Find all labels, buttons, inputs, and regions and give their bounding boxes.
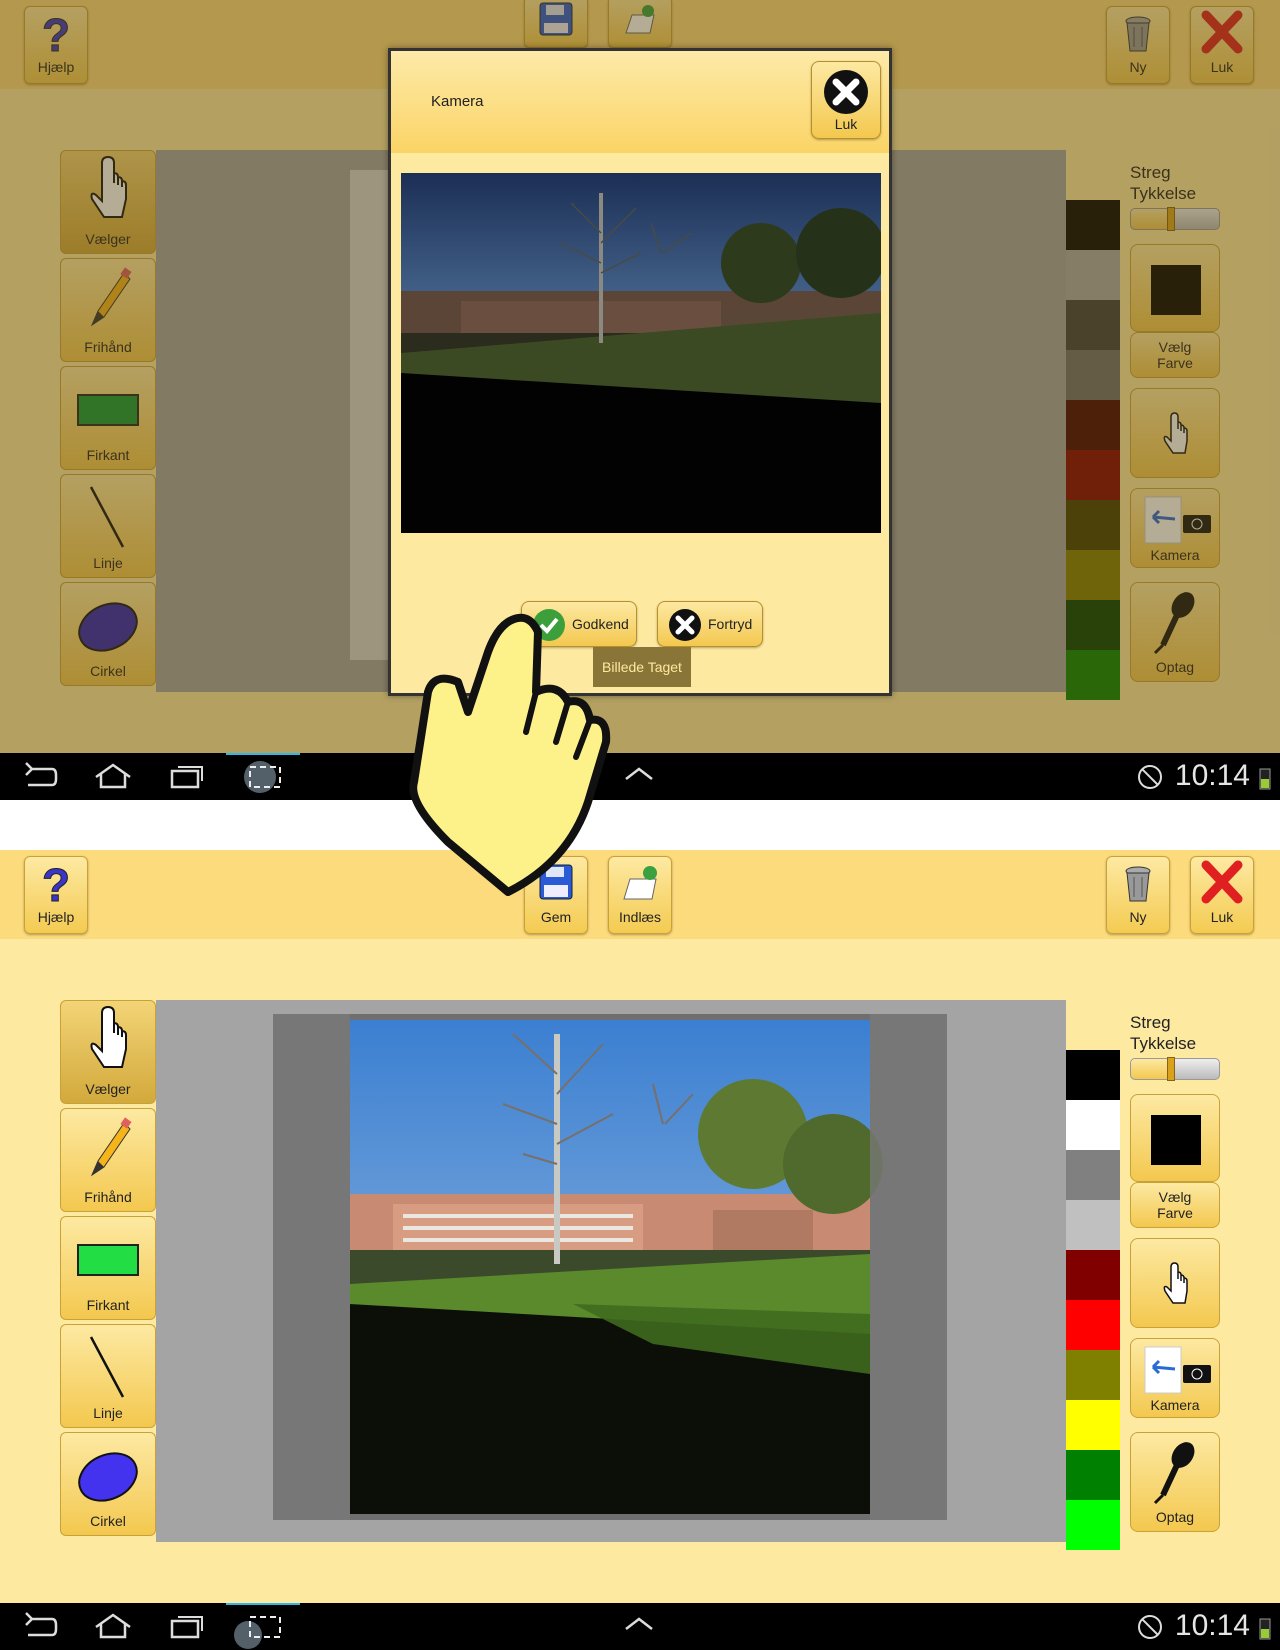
tool-rectangle-label: Firkant — [86, 1297, 130, 1313]
color-swatch[interactable] — [1066, 1400, 1120, 1450]
tool-line-label: Linje — [93, 1405, 123, 1421]
top-toolbar: ? Hjælp Gem Indlæs Ny Luk — [0, 850, 1280, 939]
current-color-button[interactable] — [1130, 1094, 1220, 1182]
dialog-close-button[interactable]: Luk — [811, 61, 881, 139]
tool-selector[interactable]: Vælger — [60, 1000, 156, 1104]
trash-icon — [1107, 857, 1169, 909]
placed-photo-frame[interactable] — [273, 1014, 947, 1520]
color-swatch[interactable] — [1066, 1200, 1120, 1250]
close-app-label: Luk — [1210, 909, 1234, 925]
tool-freehand-label: Frihånd — [84, 1189, 132, 1205]
camera-dialog: Kamera Luk Godkend Fortryd Billede Taget — [388, 48, 892, 696]
current-color-swatch — [1151, 1115, 1201, 1165]
battery-icon — [1258, 765, 1272, 796]
home-icon[interactable] — [92, 761, 134, 796]
screenshot-icon[interactable] — [226, 753, 300, 800]
divider-strip — [0, 800, 1280, 850]
color-swatch[interactable] — [1066, 1050, 1120, 1100]
android-nav-bar: 10:14 — [0, 753, 1280, 800]
drawing-canvas[interactable] — [156, 1000, 1066, 1542]
recent-apps-icon[interactable] — [168, 761, 204, 796]
tool-line[interactable]: Linje — [60, 1324, 156, 1428]
choose-color-button[interactable]: Vælg Farve — [1130, 1182, 1220, 1228]
new-label: Ny — [1129, 909, 1147, 925]
app-screen: ? Hjælp Gem Indlæs Ny Luk Vælger Frihånd… — [0, 850, 1280, 1603]
hand-small-icon — [1155, 1262, 1195, 1312]
chevron-up-icon[interactable] — [622, 1613, 656, 1638]
color-swatch[interactable] — [1066, 1450, 1120, 1500]
tool-circle-label: Cirkel — [90, 1513, 126, 1529]
home-icon[interactable] — [92, 1611, 134, 1646]
rectangle-icon — [61, 1217, 155, 1297]
color-swatch[interactable] — [1066, 1300, 1120, 1350]
color-swatch[interactable] — [1066, 1100, 1120, 1150]
no-location-icon — [1136, 763, 1164, 796]
camera-icon — [1131, 1339, 1219, 1397]
back-icon[interactable] — [22, 1611, 58, 1646]
tap-gesture-hand-icon — [409, 613, 611, 896]
dialog-close-label: Luk — [834, 116, 858, 132]
streg-text: Streg — [1130, 1013, 1171, 1032]
tykkelse-text: Tykkelse — [1130, 1034, 1197, 1053]
tool-freehand[interactable]: Frihånd — [60, 1108, 156, 1212]
color-swatch[interactable] — [1066, 1500, 1120, 1550]
line-icon — [61, 1325, 155, 1405]
color-swatch[interactable] — [1066, 1150, 1120, 1200]
clock: 10:14 — [1174, 759, 1250, 792]
cancel-button[interactable]: Fortryd — [657, 601, 763, 647]
recent-apps-icon[interactable] — [168, 1611, 204, 1646]
screenshot-result: ? Hjælp Gem Indlæs Ny Luk Vælger Frihånd… — [0, 850, 1280, 1650]
slider-fill — [1131, 1059, 1171, 1079]
android-nav-bar: 10:14 — [0, 1603, 1280, 1650]
back-icon[interactable] — [22, 761, 58, 796]
choose-color-line2: Farve — [1157, 1205, 1193, 1221]
record-button[interactable]: Optag — [1130, 1432, 1220, 1532]
question-icon: ? — [25, 857, 87, 912]
clock: 10:14 — [1174, 1609, 1250, 1642]
tool-circle[interactable]: Cirkel — [60, 1432, 156, 1536]
slider-knob[interactable] — [1166, 1057, 1175, 1081]
tool-rectangle[interactable]: Firkant — [60, 1216, 156, 1320]
pencil-icon — [61, 1109, 155, 1189]
screenshot-camera-dialog: ? Hjælp Ny Luk Vælger Frihånd Firkant Li… — [0, 0, 1280, 800]
stroke-thickness-label: Streg Tykkelse — [1130, 1012, 1196, 1054]
record-label: Optag — [1155, 1509, 1195, 1525]
battery-icon — [1258, 1615, 1272, 1646]
app-screen: ? Hjælp Ny Luk Vælger Frihånd Firkant Li… — [0, 0, 1280, 753]
color-swatch[interactable] — [1066, 1250, 1120, 1300]
microphone-icon — [1131, 1433, 1219, 1509]
tool-selector-label: Vælger — [85, 1081, 131, 1097]
camera-preview — [401, 173, 881, 533]
thickness-slider[interactable] — [1130, 1057, 1220, 1081]
dialog-header: Kamera Luk — [391, 51, 889, 153]
choose-color-line1: Vælg — [1158, 1189, 1192, 1205]
dialog-title: Kamera — [431, 93, 484, 110]
no-location-icon — [1136, 1613, 1164, 1646]
color-swatch[interactable] — [1066, 1350, 1120, 1400]
camera-preview-image — [401, 173, 881, 533]
placed-photo — [273, 1014, 947, 1520]
cancel-label: Fortryd — [708, 616, 753, 632]
new-button[interactable]: Ny — [1106, 856, 1170, 934]
red-x-icon — [1191, 857, 1253, 909]
close-circle-icon — [812, 62, 880, 116]
hand-tool-button[interactable] — [1130, 1238, 1220, 1328]
help-button[interactable]: ? Hjælp — [24, 856, 88, 934]
hand-pointer-icon — [61, 1001, 155, 1081]
help-label: Hjælp — [37, 909, 75, 925]
camera-label: Kamera — [1150, 1397, 1200, 1413]
camera-button[interactable]: Kamera — [1130, 1338, 1220, 1418]
screenshot-icon[interactable] — [226, 1603, 300, 1650]
ellipse-icon — [61, 1433, 155, 1513]
svg-text:?: ? — [42, 859, 70, 907]
close-app-button[interactable]: Luk — [1190, 856, 1254, 934]
